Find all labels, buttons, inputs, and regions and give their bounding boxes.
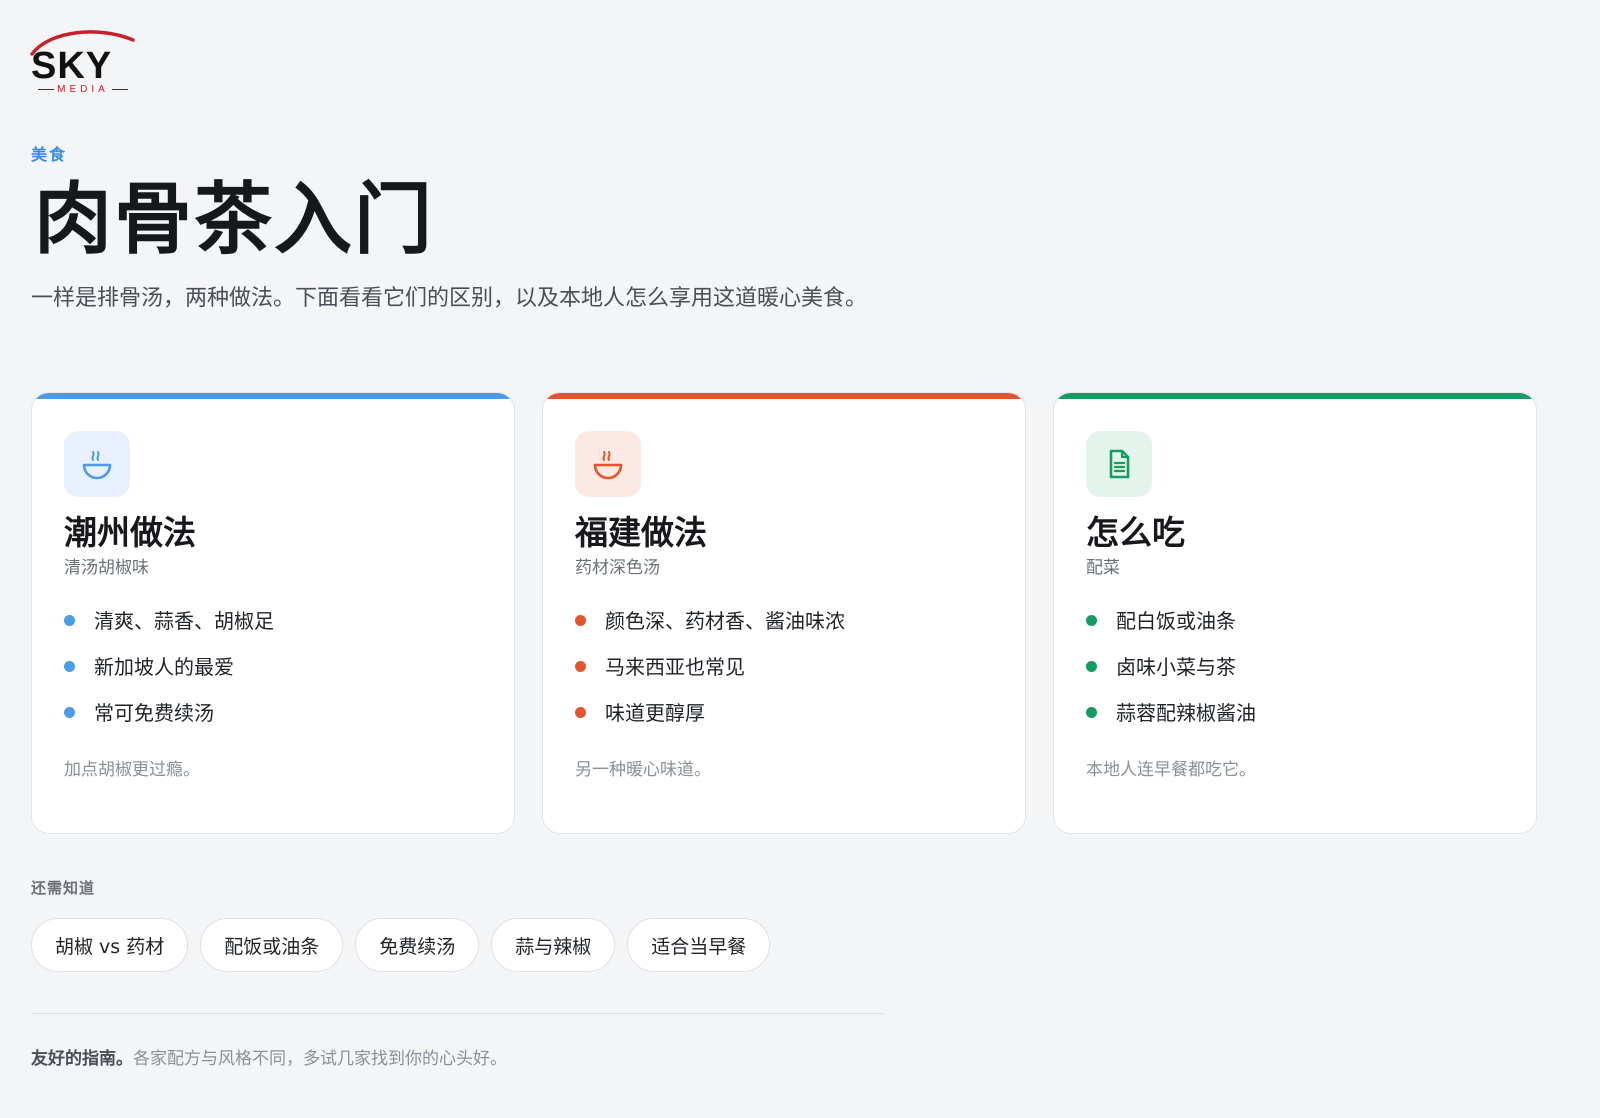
card-accent-bar (32, 393, 514, 399)
bullet-dot (64, 707, 75, 718)
card-title: 福建做法 (575, 513, 707, 552)
card-subtitle: 药材深色汤 (575, 558, 660, 578)
list-item-text: 颜色深、药材香、酱油味浓 (605, 609, 845, 633)
chip-rice-or-youtiao[interactable]: 配饭或油条 (200, 918, 344, 972)
chip-free-refill[interactable]: 免费续汤 (355, 918, 480, 972)
chip-pepper-vs-herbs[interactable]: 胡椒 vs 药材 (31, 918, 189, 972)
list-item: 马来西亚也常见 (575, 651, 845, 697)
list-item-text: 马来西亚也常见 (605, 655, 745, 679)
bullet-dot (64, 661, 75, 672)
list-item-text: 配白饭或油条 (1116, 609, 1236, 633)
card-accent-bar (1054, 393, 1536, 399)
list-item: 清爽、蒜香、胡椒足 (64, 605, 274, 651)
bullet-dot (1086, 707, 1097, 718)
footer-divider (31, 1013, 884, 1014)
bullet-dot (1086, 661, 1097, 672)
soup-bowl-icon (82, 451, 112, 480)
list-item-text: 清爽、蒜香、胡椒足 (94, 609, 274, 633)
logo-wordmark: SKY (31, 45, 113, 87)
topic-chips: 胡椒 vs 药材 配饭或油条 免费续汤 蒜与辣椒 适合当早餐 (31, 918, 771, 972)
chip-breakfast[interactable]: 适合当早餐 (627, 918, 771, 972)
bullet-dot (1086, 615, 1097, 626)
list-item: 卤味小菜与茶 (1086, 651, 1256, 697)
card-how-to-eat: 怎么吃 配菜 配白饭或油条 卤味小菜与茶 蒜蓉配辣椒酱油 本地人连早餐都吃它。 (1053, 392, 1537, 834)
list-item-text: 常可免费续汤 (94, 701, 214, 725)
footer-note-strong: 友好的指南。 (31, 1049, 133, 1069)
list-item: 蒜蓉配辣椒酱油 (1086, 697, 1256, 743)
list-item: 新加坡人的最爱 (64, 651, 274, 697)
list-item-text: 味道更醇厚 (605, 701, 705, 725)
bullet-dot (575, 707, 586, 718)
card-title: 怎么吃 (1086, 513, 1185, 552)
card-note: 加点胡椒更过瘾。 (64, 760, 200, 780)
card-subtitle: 配菜 (1086, 558, 1120, 578)
bullet-dot (575, 615, 586, 626)
card-icon-tile (575, 431, 641, 497)
card-teochew: 潮州做法 清汤胡椒味 清爽、蒜香、胡椒足 新加坡人的最爱 常可免费续汤 加点胡椒… (31, 392, 515, 834)
card-accent-bar (543, 393, 1025, 399)
chip-garlic-chili[interactable]: 蒜与辣椒 (491, 918, 616, 972)
bullet-dot (575, 661, 586, 672)
list-item: 颜色深、药材香、酱油味浓 (575, 605, 845, 651)
card-list: 颜色深、药材香、酱油味浓 马来西亚也常见 味道更醇厚 (575, 605, 845, 743)
card-note: 本地人连早餐都吃它。 (1086, 760, 1256, 780)
card-list: 配白饭或油条 卤味小菜与茶 蒜蓉配辣椒酱油 (1086, 605, 1256, 743)
sky-media-logo: SKY MEDIA (30, 28, 136, 100)
document-icon (1109, 449, 1130, 479)
card-icon-tile (1086, 431, 1152, 497)
list-item-text: 新加坡人的最爱 (94, 655, 234, 679)
card-title: 潮州做法 (64, 513, 196, 552)
bullet-dot (64, 615, 75, 626)
card-subtitle: 清汤胡椒味 (64, 558, 149, 578)
card-note: 另一种暖心味道。 (575, 760, 711, 780)
list-item: 配白饭或油条 (1086, 605, 1256, 651)
footer-note-text: 各家配方与风格不同，多试几家找到你的心头好。 (133, 1049, 507, 1069)
card-hokkien: 福建做法 药材深色汤 颜色深、药材香、酱油味浓 马来西亚也常见 味道更醇厚 另一… (542, 392, 1026, 834)
page-lead: 一样是排骨汤，两种做法。下面看看它们的区别，以及本地人怎么享用这道暖心美食。 (31, 286, 868, 311)
list-item-text: 卤味小菜与茶 (1116, 655, 1236, 679)
more-section-label: 还需知道 (31, 879, 96, 897)
cards-row: 潮州做法 清汤胡椒味 清爽、蒜香、胡椒足 新加坡人的最爱 常可免费续汤 加点胡椒… (31, 392, 1539, 836)
soup-bowl-icon (593, 451, 623, 480)
logo-subtext: MEDIA (30, 84, 136, 95)
list-item-text: 蒜蓉配辣椒酱油 (1116, 701, 1256, 725)
category-eyebrow: 美食 (31, 145, 68, 164)
footer-note: 友好的指南。各家配方与风格不同，多试几家找到你的心头好。 (31, 1044, 507, 1069)
card-list: 清爽、蒜香、胡椒足 新加坡人的最爱 常可免费续汤 (64, 605, 274, 743)
page-title: 肉骨茶入门 (34, 174, 435, 265)
card-icon-tile (64, 431, 130, 497)
list-item: 味道更醇厚 (575, 697, 845, 743)
list-item: 常可免费续汤 (64, 697, 274, 743)
